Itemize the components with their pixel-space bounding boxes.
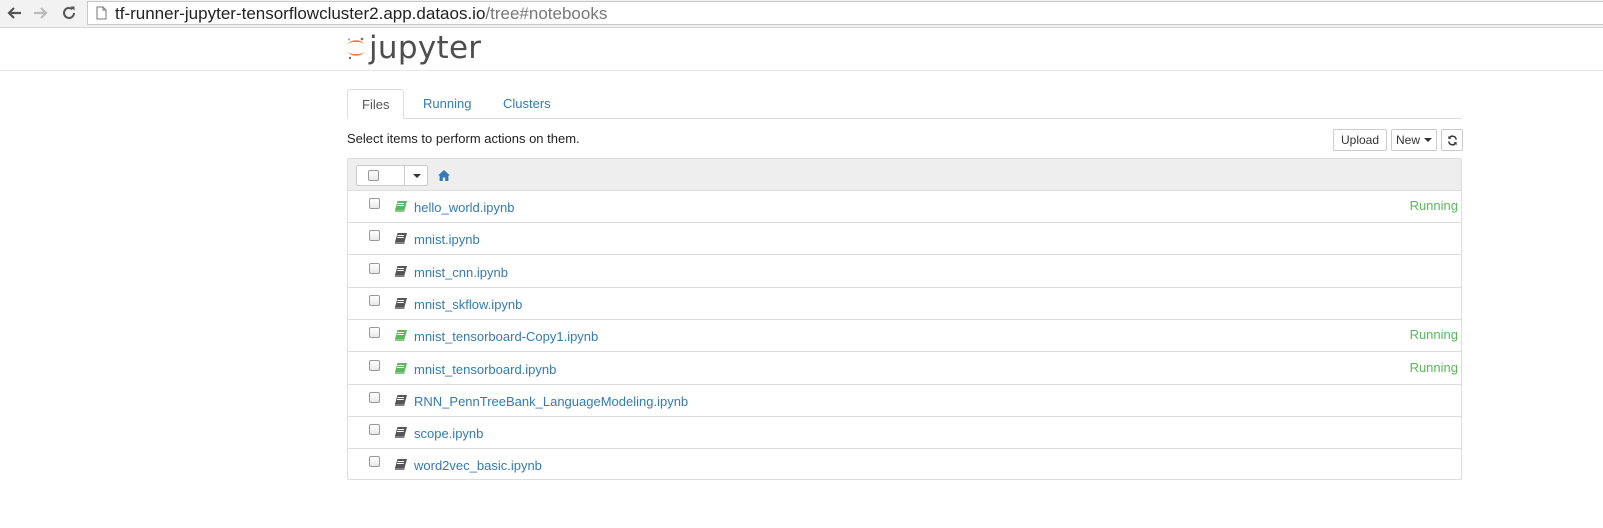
chevron-down-icon[interactable] (413, 174, 421, 178)
notebook-link[interactable]: hello_world.ipynb (414, 200, 514, 215)
notebook-link[interactable]: mnist.ipynb (414, 232, 480, 247)
tab-files[interactable]: Files (347, 89, 405, 119)
list-item[interactable]: mnist_tensorboard.ipynb Running (348, 353, 1461, 385)
browser-toolbar: tf-runner-jupyter-tensorflowcluster2.app… (0, 0, 1603, 28)
list-item[interactable]: RNN_PennTreeBank_LanguageModeling.ipynb (348, 385, 1461, 417)
item-checkbox[interactable] (369, 359, 380, 371)
notebook-link[interactable]: mnist_tensorboard-Copy1.ipynb (414, 329, 598, 344)
list-item[interactable]: hello_world.ipynb Running (348, 191, 1461, 223)
notebook-icon (395, 457, 407, 475)
new-label: New (1395, 133, 1420, 147)
notebook-icon (395, 425, 407, 443)
running-status: Running (1409, 327, 1458, 343)
item-checkbox[interactable] (369, 262, 380, 274)
upload-label: Upload (1340, 133, 1380, 147)
running-status: Running (1409, 359, 1458, 375)
tab-running[interactable]: Running (423, 89, 471, 118)
jupyter-header: jupyter (0, 28, 1603, 71)
notebook-link[interactable]: mnist_cnn.ipynb (414, 265, 508, 280)
list-item[interactable]: mnist.ipynb (348, 223, 1461, 256)
refresh-button[interactable] (1441, 129, 1463, 151)
notebook-link[interactable]: mnist_skflow.ipynb (414, 297, 522, 312)
forward-arrow-icon[interactable] (30, 2, 52, 24)
list-item[interactable]: scope.ipynb (348, 417, 1461, 450)
running-status: Running (1409, 198, 1458, 213)
notebook-link[interactable]: mnist_tensorboard.ipynb (414, 362, 556, 377)
item-checkbox[interactable] (369, 198, 380, 209)
selection-hint: Select items to perform actions on them. (347, 131, 580, 146)
new-dropdown-button[interactable]: New (1391, 129, 1437, 151)
notebook-icon (395, 361, 407, 379)
notebook-icon (395, 393, 407, 411)
list-header (348, 159, 1461, 191)
reload-icon[interactable] (58, 2, 80, 24)
upload-button[interactable]: Upload (1333, 129, 1387, 151)
refresh-icon (1447, 135, 1457, 145)
notebook-link[interactable]: scope.ipynb (414, 426, 483, 441)
item-checkbox[interactable] (369, 391, 380, 403)
list-item[interactable]: word2vec_basic.ipynb (348, 449, 1461, 481)
notebook-icon (395, 231, 407, 249)
notebook-icon (395, 199, 407, 217)
address-bar[interactable]: tf-runner-jupyter-tensorflowcluster2.app… (87, 1, 1603, 25)
url-path: /tree#notebooks (485, 4, 608, 23)
item-checkbox[interactable] (369, 424, 380, 436)
home-icon[interactable] (438, 168, 450, 186)
select-all-dropdown[interactable] (356, 165, 428, 186)
item-checkbox[interactable] (369, 294, 380, 306)
notebook-link[interactable]: word2vec_basic.ipynb (414, 458, 542, 473)
url-host: tf-runner-jupyter-tensorflowcluster2.app… (115, 4, 486, 23)
list-item[interactable]: mnist_skflow.ipynb (348, 288, 1461, 320)
logo-text: jupyter (369, 30, 482, 66)
item-checkbox[interactable] (369, 230, 380, 242)
jupyter-logo-icon (348, 37, 364, 60)
tab-clusters[interactable]: Clusters (503, 89, 551, 118)
list-item[interactable]: mnist_tensorboard-Copy1.ipynb Running (348, 320, 1461, 353)
notebook-icon (395, 264, 407, 282)
divider (404, 166, 405, 185)
url-text: tf-runner-jupyter-tensorflowcluster2.app… (115, 4, 607, 23)
notebook-list: hello_world.ipynb Running mnist.ipynb mnist… (347, 158, 1462, 480)
item-checkbox[interactable] (369, 327, 380, 339)
tab-bar: Files Running Clusters (347, 89, 1462, 119)
notebook-link[interactable]: RNN_PennTreeBank_LanguageModeling.ipynb (414, 394, 688, 409)
list-item[interactable]: mnist_cnn.ipynb (348, 256, 1461, 288)
notebook-icon (395, 296, 407, 314)
chevron-down-icon (1424, 138, 1432, 142)
jupyter-logo[interactable]: jupyter (346, 31, 481, 65)
notebook-icon (395, 328, 407, 346)
select-all-checkbox[interactable] (368, 170, 379, 181)
page-icon (96, 6, 107, 25)
back-arrow-icon[interactable] (3, 2, 25, 24)
item-checkbox[interactable] (369, 456, 380, 468)
